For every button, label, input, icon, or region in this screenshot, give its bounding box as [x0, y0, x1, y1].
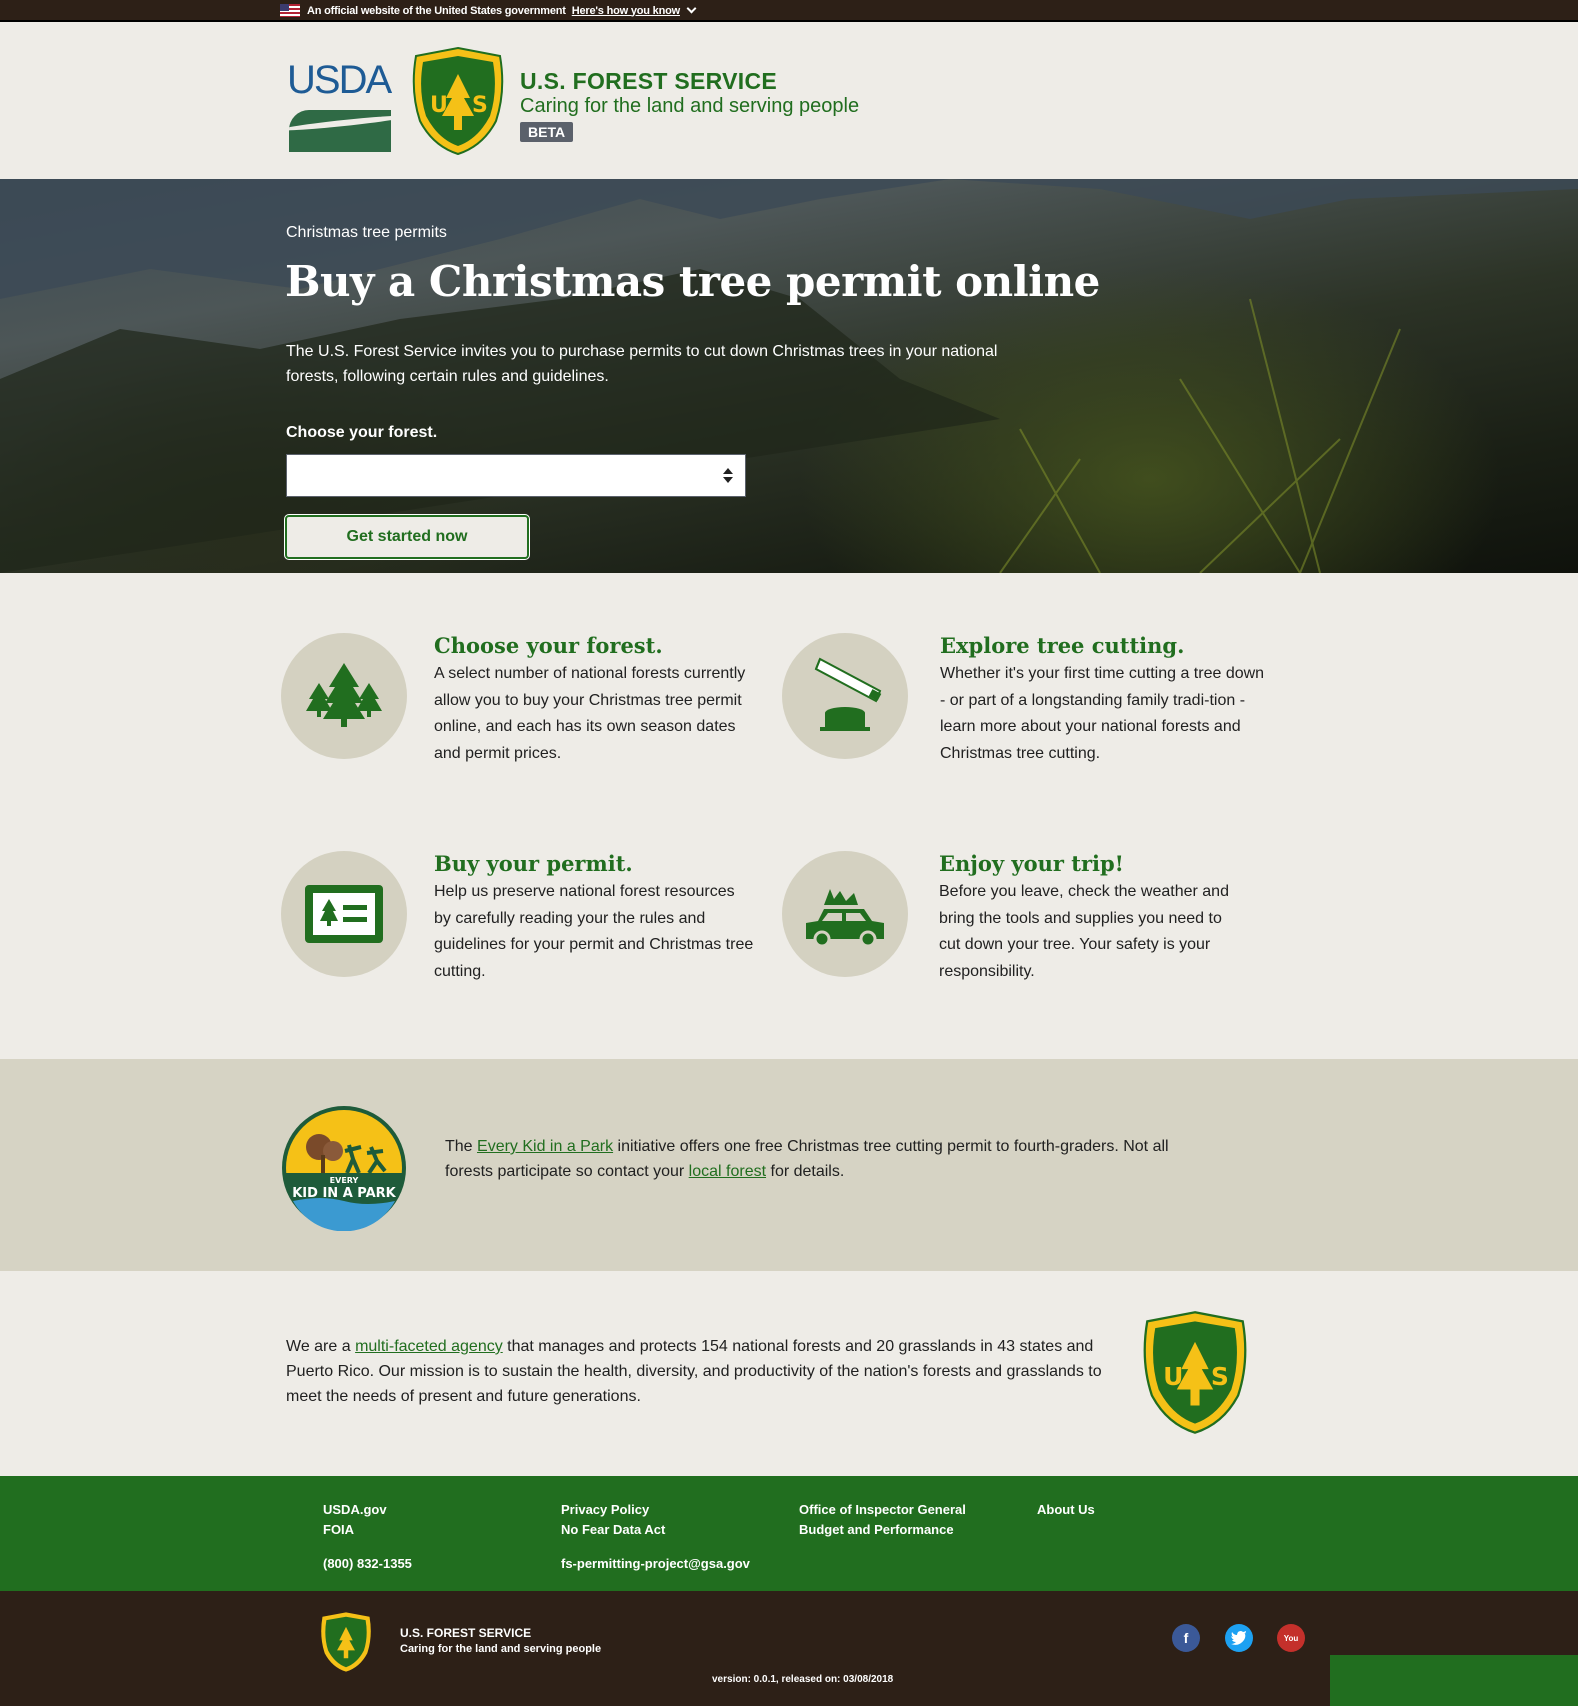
select-arrows-icon [723, 468, 733, 484]
svg-text:KID IN A PARK: KID IN A PARK [292, 1186, 396, 1201]
step-title: Explore tree cutting. [940, 633, 1185, 658]
facebook-icon[interactable]: f [1172, 1624, 1200, 1652]
gov-banner: An official website of the United States… [0, 0, 1578, 22]
forest-service-shield-icon[interactable] [318, 1611, 374, 1673]
step-text: Help us preserve national forest resourc… [434, 883, 754, 980]
feedback-tab[interactable] [1330, 1655, 1578, 1706]
footer-links: USDA.gov FOIA (800) 832-1355 Privacy Pol… [0, 1476, 1578, 1591]
site-header: USDA U S U.S. FOREST SERVICE Caring for … [0, 22, 1578, 179]
footer-link-inspector-general[interactable]: Office of Inspector General [799, 1500, 966, 1520]
footer-email[interactable]: fs-permitting-project@gsa.gov [561, 1554, 750, 1574]
svg-text:U: U [1163, 1362, 1183, 1391]
permit-card-icon [281, 851, 407, 977]
us-flag-icon [280, 4, 300, 17]
footer-link-about[interactable]: About Us [1037, 1500, 1095, 1520]
footer-link-usda[interactable]: USDA.gov [323, 1500, 412, 1520]
footer-link-foia[interactable]: FOIA [323, 1520, 412, 1540]
every-kid-text: The Every Kid in a Park initiative offer… [445, 1138, 1169, 1180]
beta-badge: BETA [520, 122, 574, 142]
forest-service-shield-icon[interactable]: U S [408, 46, 508, 156]
page-title: Buy a Christmas tree permit online [285, 257, 1100, 306]
site-title[interactable]: U.S. FOREST SERVICE [520, 68, 777, 95]
trees-icon [281, 633, 407, 759]
footer-link-budget[interactable]: Budget and Performance [799, 1520, 966, 1540]
svg-text:S: S [472, 93, 488, 118]
svg-text:U: U [430, 93, 448, 118]
forest-select-label: Choose your forest. [286, 424, 438, 441]
forest-service-shield-icon: U S [1143, 1311, 1247, 1434]
every-kid-link[interactable]: Every Kid in a Park [477, 1138, 613, 1155]
footer-tagline: Caring for the land and serving people [400, 1643, 602, 1655]
svg-text:S: S [1211, 1362, 1229, 1391]
footer-phone[interactable]: (800) 832-1355 [323, 1554, 412, 1574]
usda-logo[interactable]: USDA [287, 58, 392, 156]
mission-text: We are a multi-faceted agency that manag… [286, 1338, 1102, 1405]
step-text: A select number of national forests curr… [434, 665, 746, 762]
footer-bottom: U.S. FOREST SERVICE Caring for the land … [0, 1591, 1578, 1706]
how-you-know-link[interactable]: Here's how you know [572, 5, 680, 17]
svg-text:EVERY: EVERY [330, 1176, 359, 1185]
hero-section: Christmas tree permits Buy a Christmas t… [0, 179, 1578, 573]
twitter-icon[interactable] [1225, 1624, 1253, 1652]
every-kid-section: EVERY KID IN A PARK The Every Kid in a P… [0, 1059, 1578, 1271]
chevron-down-icon[interactable] [686, 3, 697, 14]
local-forest-link[interactable]: local forest [689, 1163, 766, 1180]
step-title: Buy your permit. [434, 851, 633, 876]
every-kid-in-a-park-logo[interactable]: EVERY KID IN A PARK [281, 1105, 407, 1231]
site-tagline: Caring for the land and serving people [520, 95, 860, 117]
step-text: Whether it's your first time cutting a t… [940, 665, 1265, 762]
mission-section: We are a multi-faceted agency that manag… [0, 1271, 1578, 1476]
forest-select[interactable] [286, 454, 746, 497]
hero-description: The U.S. Forest Service invites you to p… [286, 343, 998, 385]
steps-section: Choose your forest. A select number of n… [0, 573, 1578, 1059]
step-title: Choose your forest. [434, 633, 663, 658]
car-tree-icon [782, 851, 908, 977]
step-text: Before you leave, check the weather and … [939, 883, 1229, 980]
step-title: Enjoy your trip! [939, 851, 1124, 876]
footer-link-no-fear[interactable]: No Fear Data Act [561, 1520, 750, 1540]
multi-faceted-agency-link[interactable]: multi-faceted agency [355, 1338, 503, 1355]
version-text: version: 0.0.1, released on: 03/08/2018 [712, 1674, 894, 1685]
footer-title: U.S. FOREST SERVICE [400, 1626, 532, 1640]
saw-stump-icon [782, 633, 908, 759]
footer-link-privacy[interactable]: Privacy Policy [561, 1500, 750, 1520]
get-started-button[interactable]: Get started now [285, 515, 529, 559]
hero-eyebrow: Christmas tree permits [286, 224, 447, 241]
youtube-icon[interactable]: You [1277, 1624, 1305, 1652]
gov-banner-text: An official website of the United States… [307, 4, 566, 17]
